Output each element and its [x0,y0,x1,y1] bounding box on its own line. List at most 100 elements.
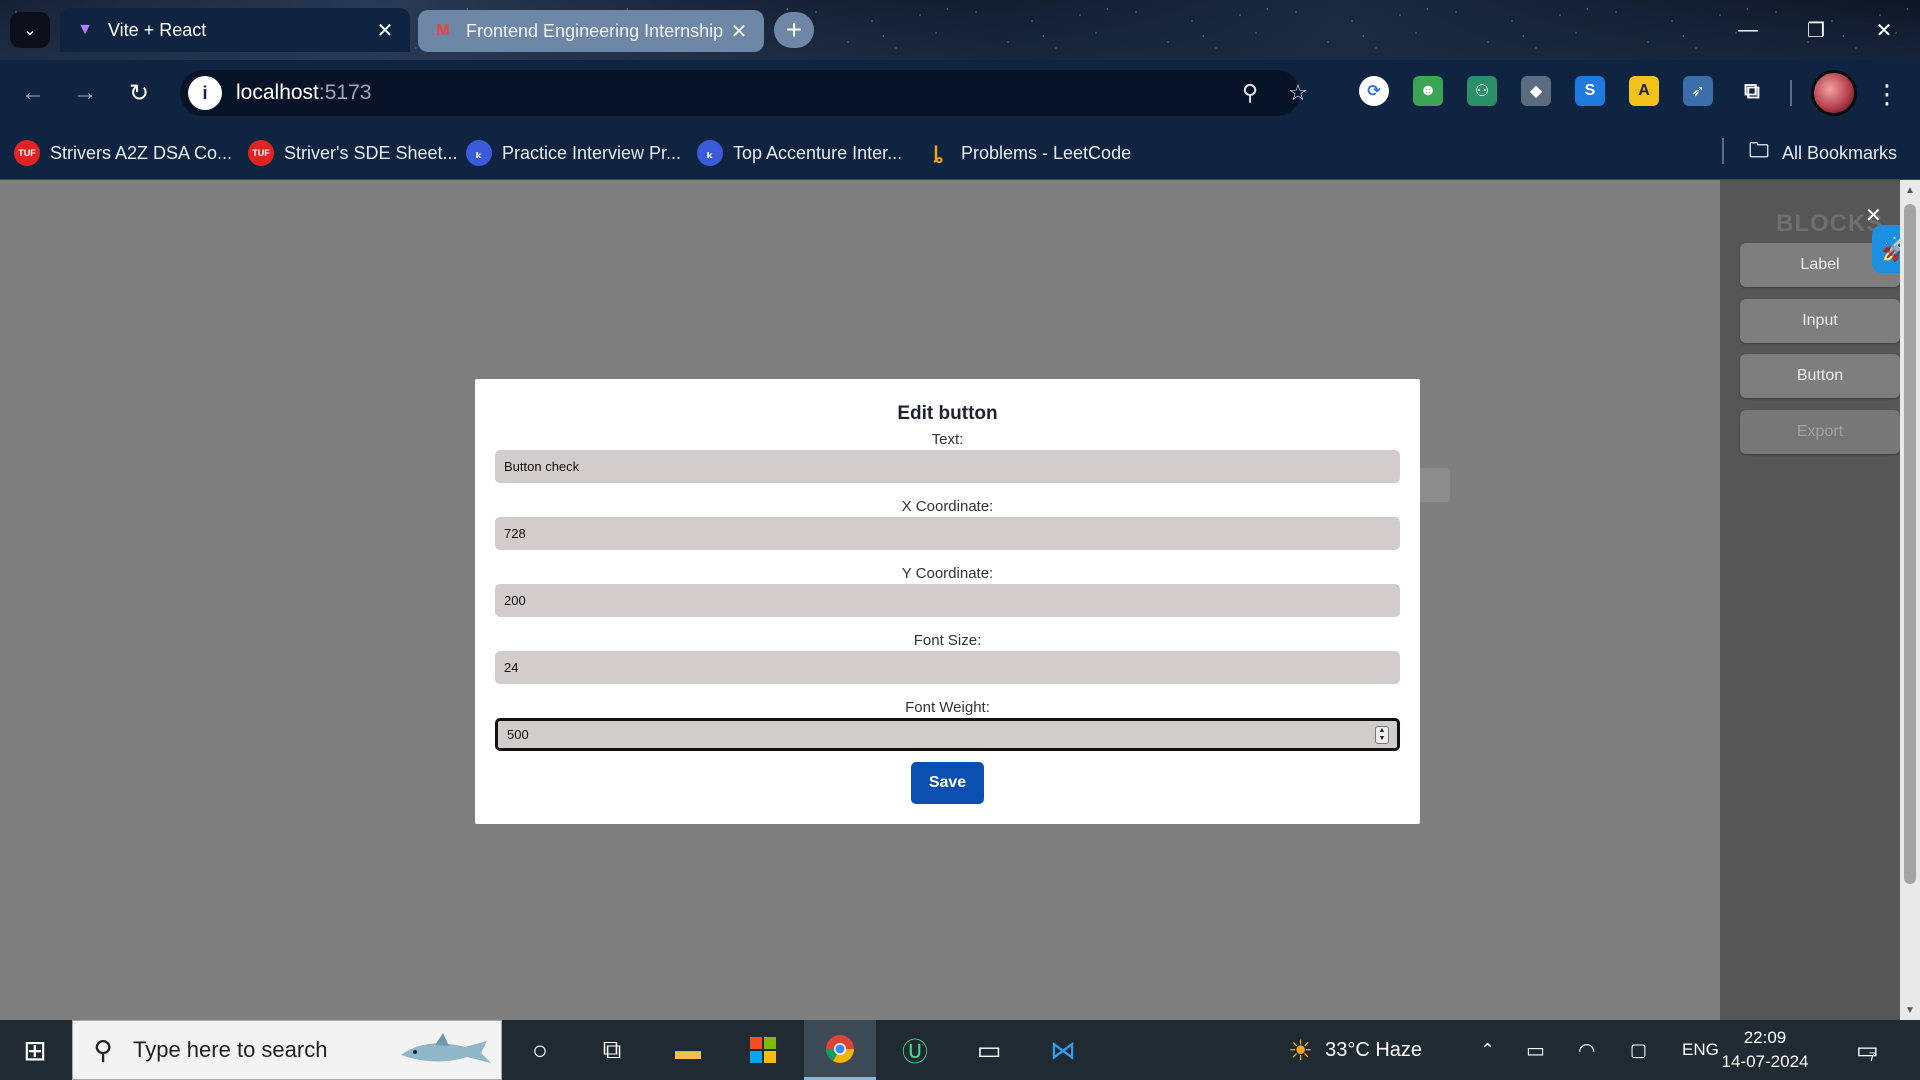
bookmark-label: Practice Interview Pr... [502,142,682,163]
bookmark-leetcode[interactable]: ȴ Problems - LeetCode [925,138,1132,168]
clock-date: 14-07-2024 [1721,1052,1809,1071]
tuf-icon: TUF [14,140,40,166]
language-indicator[interactable]: ENG [1682,1020,1719,1080]
terminal-icon[interactable]: ▭ [953,1020,1025,1080]
vscode-icon[interactable]: ⋈ [1027,1020,1099,1080]
app-page: BLOCKS ✕ Label Input Button Export 🚀 ▲ ▼… [0,180,1920,1020]
number-spinner-icon[interactable]: ▲ ▼ [1375,726,1389,744]
text-input[interactable]: Button check [495,450,1400,483]
scroll-down-icon[interactable]: ▼ [1900,1002,1920,1018]
tab-search-button[interactable]: ⌄ [10,12,50,48]
windows-taskbar: ⊞ ⚲ Type here to search ○ ⧉ ▬ Ⓤ ▭ ⋈ ☀ 33… [0,1020,1920,1080]
display-icon[interactable]: ▢ [1630,1020,1647,1080]
extensions-icon[interactable]: ⧉ [1737,76,1767,106]
all-bookmarks-button[interactable]: 🗀 All Bookmarks [1746,138,1897,168]
bookmark-strivers-sde-sheet[interactable]: TUF Striver's SDE Sheet... [248,138,458,168]
page-scrollbar[interactable]: ▲ ▼ [1900,180,1920,1020]
tab-title: Vite + React [108,19,207,40]
extension-s-icon[interactable]: S [1575,76,1605,106]
kodnest-icon: ₖ [697,140,723,166]
chrome-logo-icon [826,1034,854,1063]
bookmark-star-icon[interactable]: ☆ [1283,78,1313,108]
task-view-icon[interactable]: ⧉ [576,1020,648,1080]
toolbar-divider [1790,80,1792,106]
extension-robot-icon[interactable]: ⚇ [1467,76,1497,106]
scroll-up-icon[interactable]: ▲ [1900,182,1920,198]
browser-toolbar: ← → ↻ i localhost:5173 ⚲ ☆ ⟳ ☻ ⚇ ◆ S A ➶… [0,60,1920,126]
weather-widget[interactable]: ☀ 33°C Haze [1288,1020,1422,1080]
block-input-button[interactable]: Input [1740,299,1900,343]
modal-title: Edit button [897,403,998,424]
extension-swirl-icon[interactable]: ⟳ [1359,76,1389,106]
shark-illustration-icon [401,1033,491,1063]
profile-avatar[interactable] [1811,70,1857,116]
zoom-icon[interactable]: ⚲ [1235,78,1265,108]
taskbar-search-box[interactable]: ⚲ Type here to search [72,1020,502,1080]
close-icon[interactable]: ✕ [374,18,396,43]
url-host: localhost [236,81,319,104]
block-button-button[interactable]: Button [1740,354,1900,398]
vite-icon: ▼ [77,21,93,38]
bookmark-practice-interview[interactable]: ₖ Practice Interview Pr... [466,138,681,168]
taskbar-search-placeholder: Type here to search [133,1037,328,1062]
url-port: :5173 [318,81,372,104]
scroll-thumb[interactable] [1904,204,1916,884]
bookmark-label: Strivers A2Z DSA Co... [50,142,233,163]
tab-vite-react[interactable]: ▼ Vite + React ✕ [60,8,410,52]
x-coordinate-label: X Coordinate: [901,498,994,515]
upwork-icon[interactable]: Ⓤ [879,1020,951,1080]
kebab-menu-icon[interactable]: ⋮ [1872,74,1902,114]
search-icon: ⚲ [93,1034,113,1065]
font-weight-input[interactable]: 500 ▲ ▼ [495,718,1400,751]
battery-icon[interactable]: ▭ [1526,1020,1545,1080]
tab-frontend-internship[interactable]: M Frontend Engineering Internship ✕ [418,10,764,52]
extension-rocket-icon[interactable]: ➶ [1683,76,1713,106]
bookmark-top-accenture[interactable]: ₖ Top Accenture Inter... [697,138,902,168]
leetcode-icon: ȴ [933,142,943,163]
tuf-icon: TUF [248,140,274,166]
blocks-sidebar: BLOCKS ✕ Label Input Button Export [1720,180,1900,1020]
save-button[interactable]: Save [911,762,984,804]
extension-frog-icon[interactable]: ☻ [1413,76,1443,106]
bookmark-strivers-a2z[interactable]: TUF Strivers A2Z DSA Co... [14,138,232,168]
font-size-input[interactable]: 24 [495,651,1400,684]
bookmark-label: Striver's SDE Sheet... [284,142,458,163]
file-explorer-icon[interactable]: ▬ [652,1020,724,1080]
export-button[interactable]: Export [1740,410,1900,454]
bookmark-label: Top Accenture Inter... [733,142,903,163]
edit-button-modal: Edit button Text: Button check X Coordin… [475,379,1420,824]
weather-sun-icon: ☀ [1288,1034,1314,1066]
bookmarks-divider [1722,138,1724,164]
extension-puzzle-piece-icon[interactable]: ◆ [1521,76,1551,106]
minimize-icon[interactable]: — [1714,0,1782,60]
font-size-label: Font Size: [913,632,982,649]
taskbar-clock[interactable]: 22:09 14-07-2024 [1720,1026,1810,1074]
kodnest-icon: ₖ [466,140,492,166]
font-weight-label: Font Weight: [905,699,990,716]
reload-icon[interactable]: ↻ [118,72,160,114]
new-tab-button[interactable]: + [774,12,814,48]
chrome-icon[interactable] [804,1020,876,1080]
url-text[interactable]: localhost:5173 [236,81,371,105]
clock-time: 22:09 [1743,1028,1787,1047]
weather-text: 33°C Haze [1325,1038,1423,1061]
microsoft-store-icon[interactable] [727,1020,799,1080]
x-coordinate-input[interactable]: 728 [495,517,1400,550]
wifi-icon[interactable]: ◠ [1578,1020,1595,1080]
restore-icon[interactable]: ❐ [1782,0,1850,60]
extension-warning-icon[interactable]: A [1629,76,1659,106]
close-icon[interactable]: ✕ [728,19,750,44]
close-window-icon[interactable]: ✕ [1850,0,1918,60]
forward-icon[interactable]: → [64,72,106,114]
tab-strip: ⌄ ▼ Vite + React ✕ M Frontend Engineerin… [0,0,1920,60]
gmail-icon: M [436,22,450,39]
cortana-icon[interactable]: ○ [504,1020,576,1080]
notification-center-icon[interactable]: ▭ 7 [1856,1020,1879,1080]
back-icon[interactable]: ← [12,72,54,114]
windows-start-icon[interactable]: ⊞ [0,1020,70,1080]
address-bar[interactable]: i localhost:5173 ⚲ ☆ [180,70,1308,116]
show-hidden-icons-icon[interactable]: ⌃ [1480,1020,1495,1080]
site-info-icon[interactable]: i [188,76,222,110]
bookmarks-bar: TUF Strivers A2Z DSA Co... TUF Striver's… [0,126,1920,180]
y-coordinate-input[interactable]: 200 [495,584,1400,617]
